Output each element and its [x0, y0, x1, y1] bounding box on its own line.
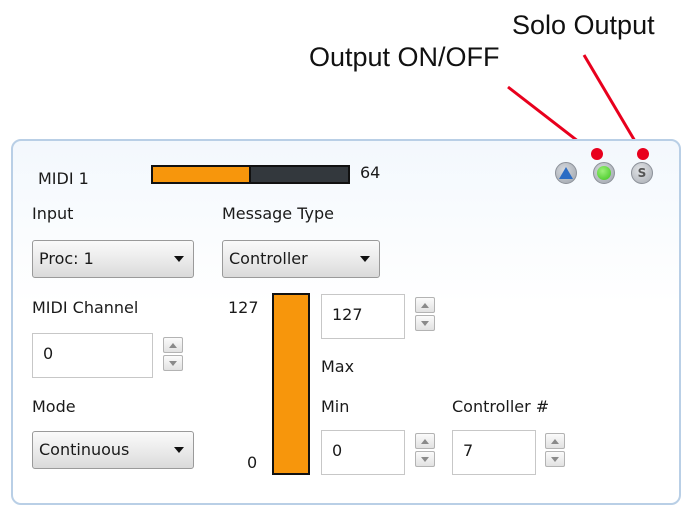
solo-marker-dot	[637, 148, 649, 160]
mode-select[interactable]: Continuous	[32, 431, 194, 469]
midi-channel-field[interactable]: 0	[32, 333, 153, 378]
midi-channel-spinner[interactable]	[163, 337, 183, 371]
chevron-down-icon	[360, 256, 370, 262]
level-value: 64	[360, 163, 381, 182]
message-type-select[interactable]: Controller	[222, 240, 380, 278]
solo-output-annotation: Solo Output	[512, 10, 655, 40]
max-field[interactable]: 127	[321, 294, 405, 339]
spin-up-button[interactable]	[545, 433, 565, 449]
controller-field[interactable]: 7	[452, 430, 536, 475]
min-spinner[interactable]	[415, 433, 435, 467]
range-min-label: 0	[247, 453, 258, 472]
spin-down-button[interactable]	[415, 315, 435, 331]
green-led-icon	[597, 166, 611, 180]
max-label: Max	[321, 357, 355, 376]
min-label: Min	[321, 397, 350, 416]
spin-up-icon	[421, 439, 429, 444]
chevron-down-icon	[174, 256, 184, 262]
spin-down-icon	[551, 457, 559, 462]
mode-label: Mode	[32, 397, 76, 416]
controller-spinner[interactable]	[545, 433, 565, 467]
spin-up-button[interactable]	[415, 433, 435, 449]
solo-button[interactable]: S	[631, 162, 653, 184]
up-button[interactable]	[555, 162, 577, 184]
spin-down-icon	[421, 457, 429, 462]
spin-up-button[interactable]	[415, 297, 435, 313]
message-type-select-value: Controller	[229, 249, 308, 268]
mode-select-value: Continuous	[39, 440, 130, 459]
spin-up-button[interactable]	[163, 337, 183, 353]
midi-channel-label: MIDI Channel	[32, 298, 139, 317]
spin-up-icon	[421, 303, 429, 308]
spin-up-icon	[551, 439, 559, 444]
spin-down-icon	[169, 361, 177, 366]
range-bar-fill	[274, 295, 308, 473]
min-field[interactable]: 0	[321, 430, 405, 475]
output-marker-dot	[591, 148, 603, 160]
spin-up-icon	[169, 343, 177, 348]
range-max-label: 127	[228, 298, 259, 317]
input-select-value: Proc: 1	[39, 249, 94, 268]
panel-title: MIDI 1	[38, 169, 89, 188]
up-triangle-icon	[559, 167, 573, 179]
input-select[interactable]: Proc: 1	[32, 240, 194, 278]
level-meter-fill	[153, 167, 251, 182]
level-meter	[151, 165, 350, 184]
output-on-off-button[interactable]	[593, 162, 615, 184]
spin-down-button[interactable]	[163, 355, 183, 371]
input-label: Input	[32, 204, 74, 223]
message-type-label: Message Type	[222, 204, 334, 223]
chevron-down-icon	[174, 447, 184, 453]
range-bar	[272, 293, 310, 475]
output-on-off-annotation: Output ON/OFF	[309, 42, 500, 72]
controller-label: Controller #	[452, 397, 550, 416]
spin-down-button[interactable]	[415, 451, 435, 467]
spin-down-button[interactable]	[545, 451, 565, 467]
max-spinner[interactable]	[415, 297, 435, 331]
spin-down-icon	[421, 321, 429, 326]
